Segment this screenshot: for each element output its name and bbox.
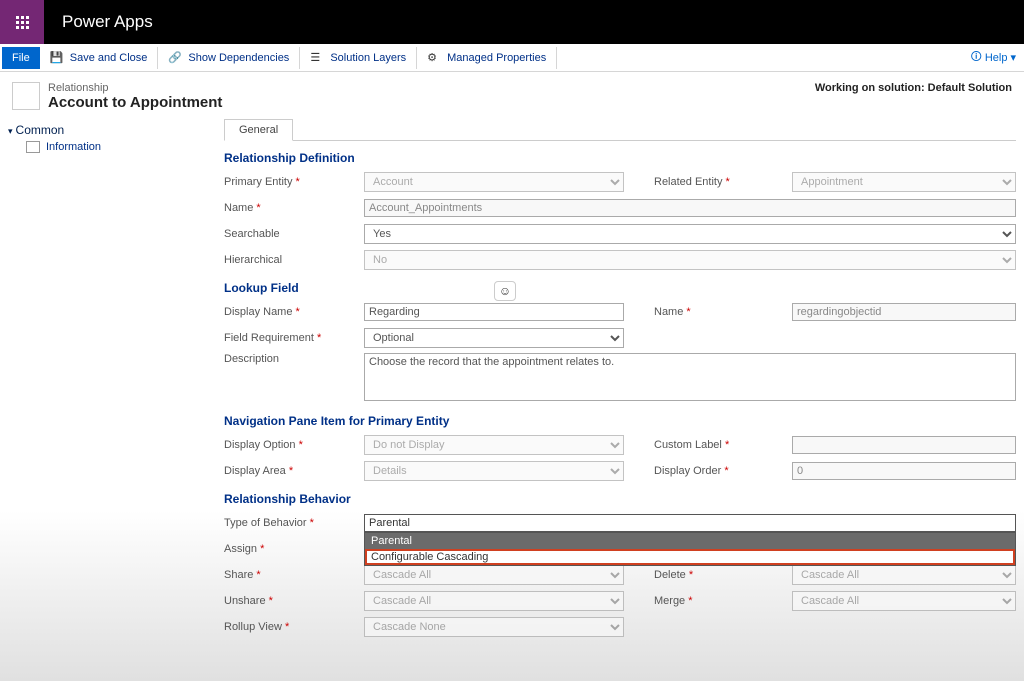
layers-icon: ☰ — [310, 51, 324, 65]
help-label: Help — [985, 52, 1008, 64]
dependencies-icon: 🔗 — [168, 51, 182, 65]
share-select[interactable]: Cascade All — [364, 565, 624, 585]
app-launcher-button[interactable] — [0, 0, 44, 44]
nav-item-information[interactable]: Information — [8, 141, 200, 153]
label-hierarchical: Hierarchical — [224, 254, 364, 266]
display-area-select[interactable]: Details — [364, 461, 624, 481]
display-option-select[interactable]: Do not Display — [364, 435, 624, 455]
section-lookup-field: Lookup Field — [224, 281, 1016, 295]
label-lookup-name: Name — [654, 306, 683, 318]
file-button[interactable]: File — [2, 47, 40, 69]
label-merge: Merge — [654, 595, 685, 607]
label-name: Name — [224, 202, 253, 214]
merge-select[interactable]: Cascade All — [792, 591, 1016, 611]
command-bar: File 💾 Save and Close 🔗 Show Dependencie… — [0, 44, 1024, 72]
help-link[interactable]: 🛈 Help ▾ — [971, 48, 1016, 67]
behavior-option-parental[interactable]: Parental — [365, 533, 1015, 549]
delete-select[interactable]: Cascade All — [792, 565, 1016, 585]
custom-label-input[interactable] — [792, 436, 1016, 454]
description-textarea[interactable]: Choose the record that the appointment r… — [364, 353, 1016, 401]
tab-bar: General — [224, 119, 1016, 141]
main-content: General Relationship Definition Primary … — [208, 119, 1024, 642]
properties-icon: ⚙ — [427, 51, 441, 65]
hierarchical-select[interactable]: No — [364, 250, 1016, 270]
label-description: Description — [224, 353, 364, 365]
section-navigation-pane: Navigation Pane Item for Primary Entity — [224, 414, 1016, 428]
label-display-name: Display Name — [224, 306, 292, 318]
save-icon: 💾 — [50, 51, 64, 65]
app-title: Power Apps — [62, 12, 153, 32]
behavior-option-configurable[interactable]: Configurable Cascading — [365, 549, 1015, 565]
label-assign: Assign — [224, 543, 257, 555]
label-searchable: Searchable — [224, 228, 364, 240]
nav-item-label: Information — [46, 141, 101, 153]
display-name-input[interactable] — [364, 303, 624, 321]
label-custom-label: Custom Label — [654, 439, 722, 451]
breadcrumb: Relationship — [48, 82, 222, 94]
label-display-area: Display Area — [224, 465, 286, 477]
label-display-order: Display Order — [654, 465, 721, 477]
label-related-entity: Related Entity — [654, 176, 722, 188]
top-bar: Power Apps — [0, 0, 1024, 44]
left-nav: Common Information — [0, 119, 208, 642]
unshare-select[interactable]: Cascade All — [364, 591, 624, 611]
related-entity-select[interactable]: Appointment — [792, 172, 1016, 192]
type-of-behavior-dropdown[interactable]: Parental Parental Configurable Cascading — [364, 514, 1016, 532]
information-icon — [26, 141, 40, 153]
tab-general[interactable]: General — [224, 119, 293, 141]
rollup-view-select[interactable]: Cascade None — [364, 617, 624, 637]
type-of-behavior-options: Parental Configurable Cascading — [364, 532, 1016, 566]
feedback-icon[interactable]: ☺ — [494, 281, 516, 301]
page-header: Relationship Account to Appointment Work… — [0, 72, 1024, 119]
save-and-close-button[interactable]: Save and Close — [70, 52, 148, 64]
label-type-of-behavior: Type of Behavior — [224, 517, 307, 529]
solution-layers-button[interactable]: Solution Layers — [330, 52, 406, 64]
label-delete: Delete — [654, 569, 686, 581]
section-relationship-definition: Relationship Definition — [224, 151, 1016, 165]
label-rollup-view: Rollup View — [224, 621, 282, 633]
lookup-name-input[interactable] — [792, 303, 1016, 321]
managed-properties-button[interactable]: Managed Properties — [447, 52, 546, 64]
show-dependencies-button[interactable]: Show Dependencies — [188, 52, 289, 64]
label-field-requirement: Field Requirement — [224, 332, 314, 344]
label-display-option: Display Option — [224, 439, 296, 451]
name-input[interactable] — [364, 199, 1016, 217]
relationship-icon — [12, 82, 40, 110]
waffle-icon — [16, 16, 29, 29]
field-requirement-select[interactable]: Optional — [364, 328, 624, 348]
working-on-solution: Working on solution: Default Solution — [815, 82, 1012, 94]
label-share: Share — [224, 569, 253, 581]
display-order-input[interactable] — [792, 462, 1016, 480]
page-title: Account to Appointment — [48, 94, 222, 111]
label-unshare: Unshare — [224, 595, 266, 607]
section-relationship-behavior: Relationship Behavior — [224, 492, 1016, 506]
type-of-behavior-value: Parental — [364, 514, 1016, 532]
searchable-select[interactable]: Yes — [364, 224, 1016, 244]
label-primary-entity: Primary Entity — [224, 176, 292, 188]
nav-group-common[interactable]: Common — [8, 123, 200, 137]
primary-entity-select[interactable]: Account — [364, 172, 624, 192]
help-icon: 🛈 — [971, 48, 982, 67]
